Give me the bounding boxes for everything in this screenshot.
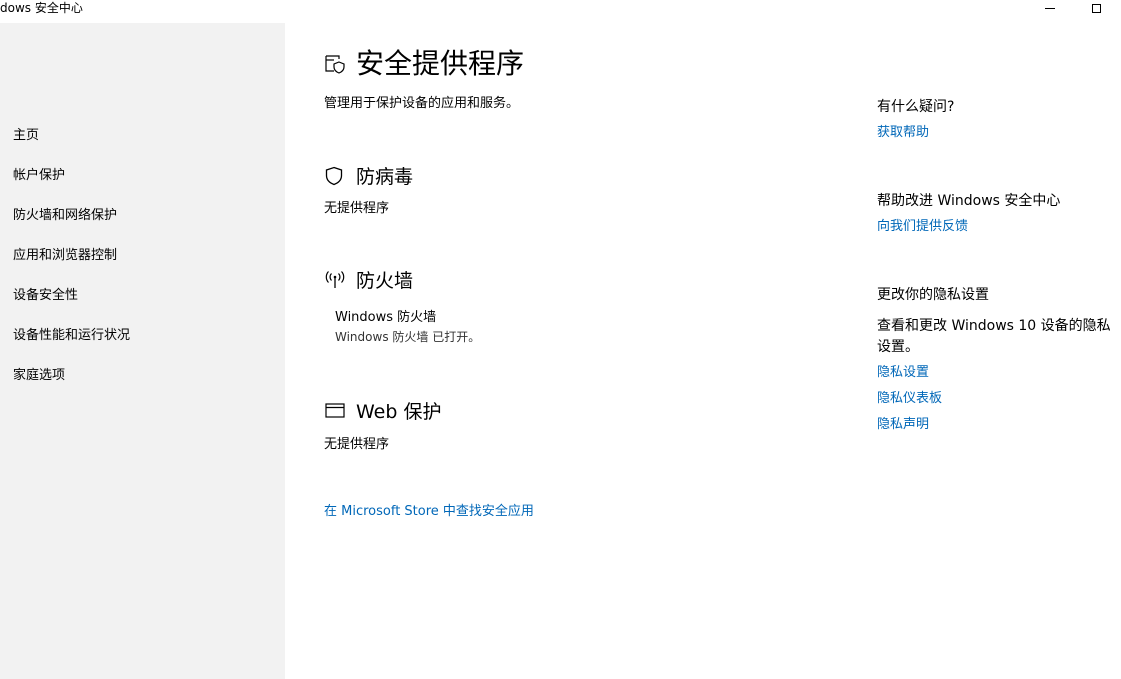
improve-heading: 帮助改进 Windows 安全中心: [877, 193, 1061, 209]
privacy-dashboard-link[interactable]: 隐私仪表板: [877, 390, 942, 408]
privacy-description: 查看和更改 Windows 10 设备的隐私设置。: [877, 318, 1111, 355]
title-bar: dows 安全中心: [0, 0, 1121, 23]
privacy-settings-link[interactable]: 隐私设置: [877, 364, 929, 382]
privacy-heading: 更改你的隐私设置: [877, 287, 989, 303]
sidebar-item-family-options[interactable]: 家庭选项: [13, 366, 273, 386]
sidebar-item-home[interactable]: 主页: [13, 126, 273, 146]
web-protection-title: Web 保护: [356, 401, 442, 423]
privacy-statement-link[interactable]: 隐私声明: [877, 416, 929, 434]
firewall-provider-name: Windows 防火墙: [335, 310, 437, 325]
antenna-icon: [325, 271, 345, 288]
sidebar: 主页 帐户保护 防火墙和网络保护 应用和浏览器控制 设备安全性 设备性能和运行状…: [0, 23, 285, 679]
main-content: 安全提供程序 管理用于保护设备的应用和服务。 防病毒 无提供程序 防火墙 Win…: [285, 23, 1121, 679]
firewall-title: 防火墙: [356, 270, 414, 292]
sidebar-item-app-browser-control[interactable]: 应用和浏览器控制: [13, 246, 273, 266]
minimize-icon: [1045, 7, 1055, 9]
window-title: dows 安全中心: [0, 1, 83, 15]
shield-icon: [325, 166, 343, 186]
maximize-button[interactable]: [1073, 0, 1119, 16]
questions-heading: 有什么疑问?: [877, 99, 955, 115]
microsoft-store-link[interactable]: 在 Microsoft Store 中查找安全应用: [324, 503, 534, 521]
sidebar-item-device-performance[interactable]: 设备性能和运行状况: [13, 326, 273, 346]
security-providers-icon: [325, 55, 345, 74]
page-description: 管理用于保护设备的应用和服务。: [324, 96, 520, 111]
feedback-link[interactable]: 向我们提供反馈: [877, 218, 968, 236]
browser-window-icon: [325, 403, 345, 418]
maximize-icon: [1091, 3, 1101, 13]
sidebar-item-device-security[interactable]: 设备安全性: [13, 286, 273, 306]
web-protection-status: 无提供程序: [324, 437, 390, 452]
sidebar-item-account-protection[interactable]: 帐户保护: [13, 166, 273, 186]
minimize-button[interactable]: [1027, 0, 1073, 16]
get-help-link[interactable]: 获取帮助: [877, 124, 929, 142]
antivirus-status: 无提供程序: [324, 201, 390, 216]
antivirus-title: 防病毒: [356, 166, 414, 188]
sidebar-item-firewall-network[interactable]: 防火墙和网络保护: [13, 206, 273, 226]
page-title: 安全提供程序: [356, 47, 525, 80]
firewall-provider-status: Windows 防火墙 已打开。: [335, 330, 481, 344]
